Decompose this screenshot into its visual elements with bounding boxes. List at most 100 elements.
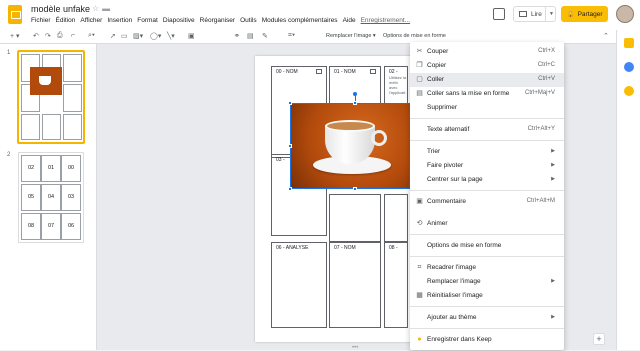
menu-afficher[interactable]: Afficher [80, 17, 102, 24]
redo-icon[interactable]: ↷ [45, 32, 51, 40]
menu-item-copier[interactable]: ❐ Copier Ctrl+C [410, 59, 564, 73]
undo-icon[interactable]: ↶ [33, 32, 39, 40]
menu-item-faire-pivoter[interactable]: Faire pivoter ▶ [410, 159, 564, 173]
menu-item-texte-alternatif[interactable]: Texte alternatif Ctrl+Alt+Y [410, 123, 564, 137]
line-icon[interactable]: ╲▾ [167, 32, 175, 40]
menu-item-label: Centrer sur la page [427, 176, 483, 183]
present-button[interactable]: Lire ▼ [513, 6, 556, 22]
menu-item-couper[interactable]: ✂ Couper Ctrl+X [410, 45, 564, 59]
coffee-cup-image[interactable] [290, 103, 410, 189]
explore-button[interactable]: + [593, 333, 605, 345]
paste-plain-icon: ▤ [416, 90, 423, 97]
cell-label: 00 - NOM [276, 69, 298, 75]
resize-handle[interactable] [288, 101, 292, 105]
slide-thumbnail-2[interactable]: 02 01 00 05 04 03 08 07 06 [18, 152, 84, 243]
animate-icon: ⟲ [416, 220, 423, 227]
menu-item-coller-sans-mise-en-forme[interactable]: ▤ Coller sans la mise en forme Ctrl+Maj+… [410, 87, 564, 101]
resize-handle[interactable] [288, 187, 292, 191]
menu-divider [410, 328, 564, 329]
menu-item-label: Supprimer [427, 104, 457, 111]
side-panel-bar [616, 30, 640, 350]
tasks-icon[interactable] [624, 62, 634, 72]
share-button[interactable]: 🔒 Partager [561, 6, 608, 22]
menu-diapositive[interactable]: Diapositive [163, 17, 195, 24]
menu-modules[interactable]: Modules complémentaires [262, 17, 338, 24]
grid-cell[interactable]: 07 - NOM [329, 242, 381, 328]
menu-item-remplacer[interactable]: Remplacer l'image ▶ [410, 275, 564, 289]
cell-label: 06 - ANALYSE [276, 245, 309, 251]
star-folder-icons[interactable]: ☆▬ [92, 4, 113, 13]
collapse-toolbar-icon[interactable]: ⌃ [603, 32, 609, 40]
grid-cell[interactable]: 08 - [384, 242, 408, 328]
menu-item-ajouter-theme[interactable]: Ajouter au thème ▶ [410, 311, 564, 325]
menu-divider [410, 234, 564, 235]
keep-icon[interactable] [624, 38, 634, 48]
lock-icon: 🔒 [566, 11, 575, 18]
new-slide-icon[interactable]: + ▾ [10, 32, 20, 40]
slide-thumbnail-1[interactable] [17, 50, 85, 144]
menu-edition[interactable]: Édition [56, 17, 76, 24]
paint-format-icon[interactable]: ⌐ [71, 32, 75, 39]
divider [545, 7, 546, 21]
menu-item-animer[interactable]: ⟲ Animer [410, 217, 564, 231]
zoom-icon[interactable]: ⌕▾ [88, 32, 95, 40]
textbox-icon[interactable]: ▭ [121, 32, 128, 40]
document-title[interactable]: modèle unfake [31, 4, 90, 14]
rotate-handle[interactable] [353, 92, 357, 96]
slide-number: 2 [7, 152, 11, 158]
insert-comment-icon[interactable]: ▤ [247, 32, 254, 40]
resize-handle[interactable] [353, 101, 357, 105]
menu-insertion[interactable]: Insertion [107, 17, 132, 24]
grid-cell[interactable] [329, 194, 381, 242]
replace-image-button[interactable]: Remplacer l'image ▾ [326, 33, 376, 39]
print-icon[interactable]: ⎙ [57, 32, 63, 40]
menu-item-coller[interactable]: ▢ Coller Ctrl+V [410, 73, 564, 87]
grid-cell[interactable] [384, 194, 408, 242]
cell-number: 02 [28, 165, 35, 171]
slides-logo-icon[interactable] [8, 5, 22, 24]
comment-icon [370, 69, 376, 74]
cell-label: 01 - NOM [334, 69, 356, 75]
menu-item-reinitialiser[interactable]: ▦ Réinitialiser l'image [410, 289, 564, 303]
menu-fichier[interactable]: Fichier [31, 17, 51, 24]
comment-add-icon[interactable]: ▣ [188, 32, 195, 40]
reset-image-icon: ▦ [416, 292, 423, 299]
slide-number: 1 [7, 50, 11, 56]
menu-aide[interactable]: Aide [343, 17, 356, 24]
grid-cell[interactable]: 06 - ANALYSE [271, 242, 327, 328]
menu-item-centrer[interactable]: Centrer sur la page ▶ [410, 173, 564, 187]
shape-icon[interactable]: ◯▾ [150, 32, 161, 40]
select-icon[interactable]: ➚ [110, 32, 116, 40]
menu-item-options-mise-en-forme[interactable]: Options de mise en forme [410, 239, 564, 253]
chevron-down-icon[interactable]: ▼ [549, 11, 554, 17]
resize-handle[interactable] [288, 144, 292, 148]
cell-note: Utilisez la méth avec l'applicati [389, 75, 407, 95]
title-bar: modèle unfake ☆▬ Fichier Édition Affiche… [0, 0, 640, 30]
last-edit-status[interactable]: Enregistrement... [361, 17, 411, 24]
resize-handle[interactable] [353, 187, 357, 191]
menu-reorganiser[interactable]: Réorganiser [200, 17, 235, 24]
menu-item-commentaire[interactable]: ▣ Commentaire Ctrl+Alt+M [410, 195, 564, 209]
crop-icon[interactable]: ⌗▾ [288, 32, 295, 40]
speaker-notes-drag-handle[interactable]: ••• [352, 345, 358, 351]
format-options-button[interactable]: Options de mise en forme [383, 33, 446, 39]
menu-format[interactable]: Format [137, 17, 158, 24]
avatar[interactable] [616, 5, 634, 23]
menu-item-shortcut: Ctrl+Alt+Y [527, 126, 555, 132]
cell-number: 08 [28, 223, 35, 229]
menu-divider [410, 118, 564, 119]
menu-item-recadrer[interactable]: ⌗ Recadrer l'image [410, 261, 564, 275]
menu-item-enregistrer-keep[interactable]: ● Enregistrer dans Keep [410, 333, 564, 347]
menu-item-label: Commentaire [427, 198, 467, 205]
menu-item-trier[interactable]: Trier ▶ [410, 145, 564, 159]
border-color-icon[interactable]: ✎ [262, 32, 268, 40]
menu-item-supprimer[interactable]: Supprimer [410, 101, 564, 115]
comment-history-icon[interactable] [493, 8, 505, 20]
menu-item-label: Faire pivoter [427, 162, 464, 169]
copy-icon: ❐ [416, 62, 423, 69]
link-icon[interactable]: ⚭ [234, 32, 240, 40]
cell-number: 03 [68, 194, 75, 200]
image-icon[interactable]: ▨▾ [133, 32, 143, 40]
calendar-icon[interactable] [624, 86, 634, 96]
menu-outils[interactable]: Outils [240, 17, 257, 24]
